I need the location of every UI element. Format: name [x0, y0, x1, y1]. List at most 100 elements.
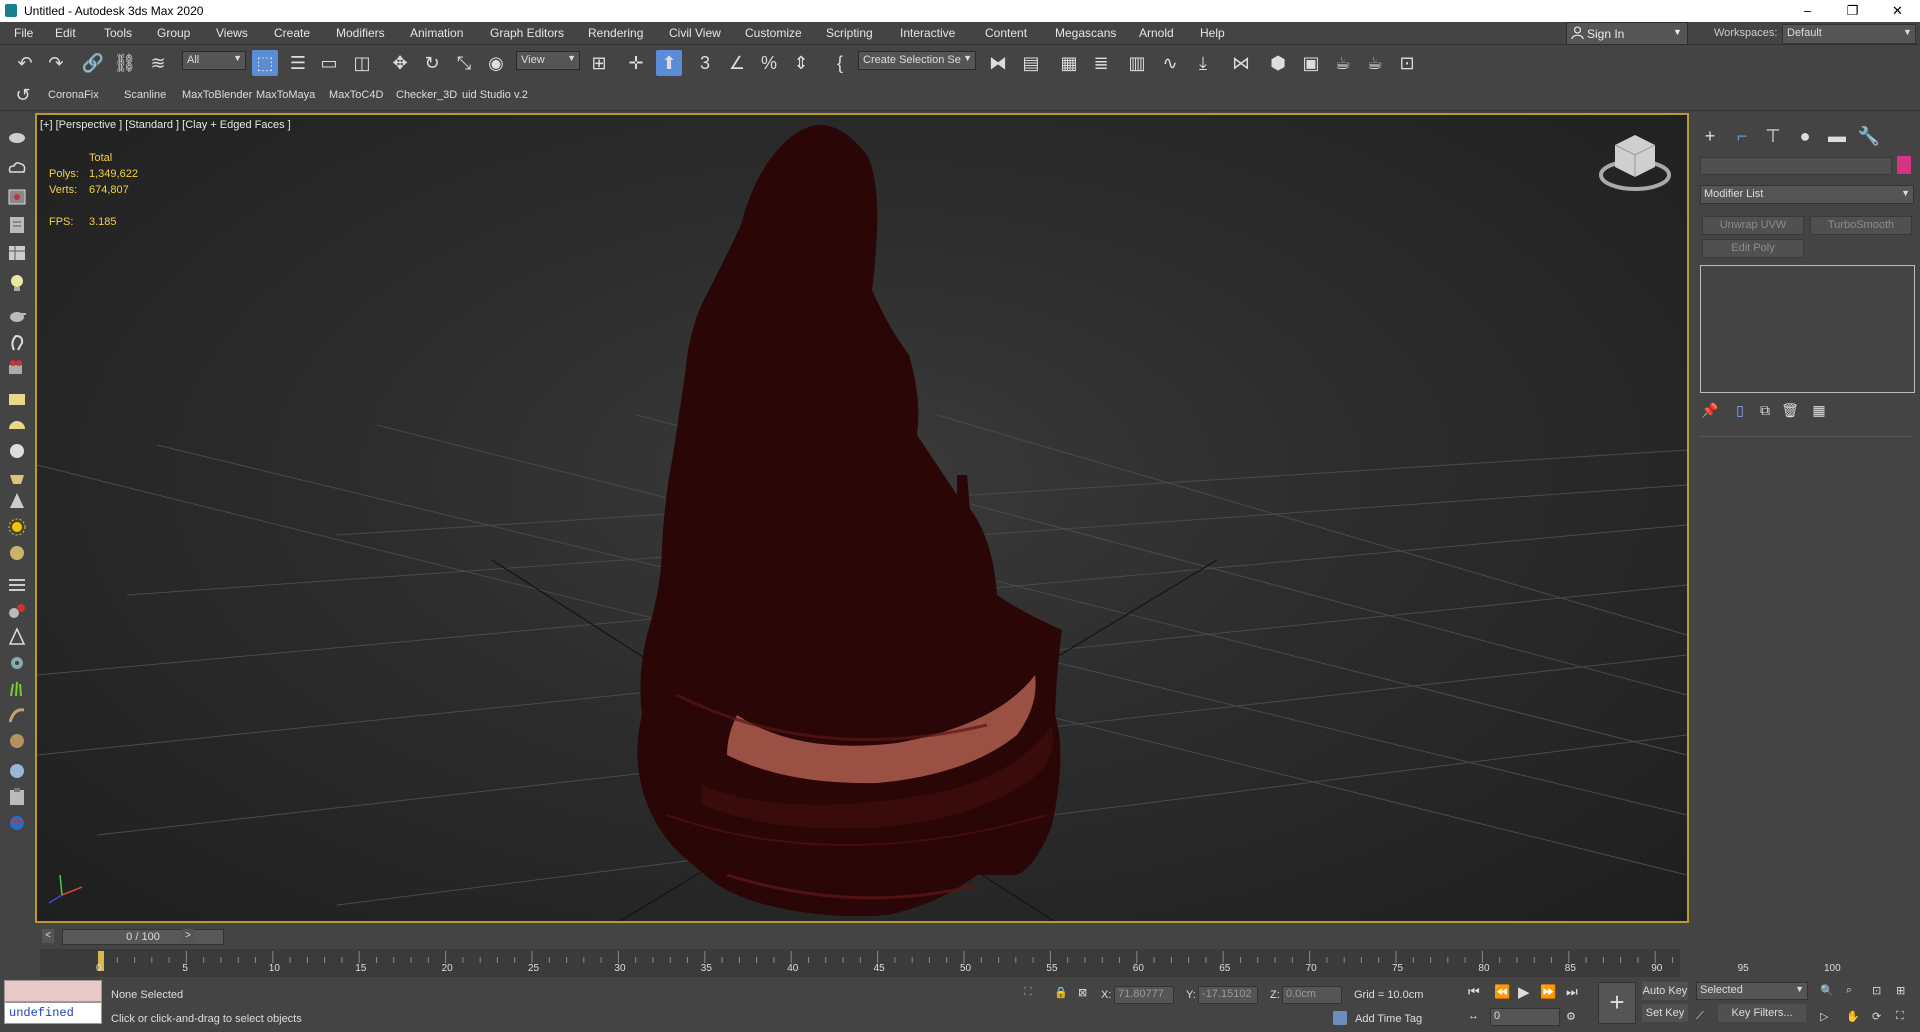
- close-button[interactable]: ✕: [1875, 0, 1920, 22]
- camera-icon[interactable]: [6, 357, 28, 379]
- set-key-button[interactable]: Set Key: [1642, 1004, 1688, 1022]
- go-to-start-icon[interactable]: ⏮: [1468, 984, 1480, 1000]
- select-manipulate-icon[interactable]: ✛: [623, 50, 649, 76]
- sign-in-dropdown[interactable]: Sign In ▼: [1566, 22, 1688, 45]
- time-tag-icon[interactable]: [1332, 1010, 1348, 1026]
- maximize-viewport-icon[interactable]: ⛶: [1896, 1010, 1904, 1023]
- zoom-all-icon[interactable]: ⌕: [1846, 984, 1852, 997]
- mirror-icon[interactable]: ⧓: [985, 50, 1011, 76]
- maxscript-listener-top[interactable]: [4, 980, 102, 1002]
- menu-interactive[interactable]: Interactive: [900, 26, 955, 40]
- menu-tools[interactable]: Tools: [104, 26, 132, 40]
- display-tab-icon[interactable]: ▬: [1824, 123, 1850, 149]
- menu-help[interactable]: Help: [1200, 26, 1225, 40]
- sphere-icon[interactable]: [6, 440, 28, 462]
- selection-lock-icon[interactable]: 🔒: [1054, 986, 1068, 999]
- set-key-big-button[interactable]: +: [1598, 982, 1636, 1024]
- rotate-icon[interactable]: ↻: [419, 50, 445, 76]
- menu-views[interactable]: Views: [216, 26, 248, 40]
- shelf-fluid-studio[interactable]: uid Studio v.2: [462, 89, 530, 101]
- time-slider-next-button[interactable]: >: [182, 929, 194, 943]
- basket-icon[interactable]: [6, 466, 28, 488]
- y-coordinate-field[interactable]: -17.15102: [1198, 986, 1258, 1004]
- create-panel-icon[interactable]: [6, 126, 28, 148]
- x-coordinate-field[interactable]: 71.80777: [1114, 986, 1174, 1004]
- unlink-icon[interactable]: ⛓: [112, 50, 138, 76]
- render-production-icon[interactable]: ☕: [1362, 50, 1388, 76]
- orbit-icon[interactable]: ⟳: [1872, 1010, 1881, 1023]
- redo-icon[interactable]: ↷: [43, 50, 69, 76]
- teapot-icon[interactable]: [6, 304, 28, 326]
- render-frame-icon[interactable]: [6, 186, 28, 208]
- spreadsheet-icon[interactable]: [6, 242, 28, 264]
- hierarchy-tab-icon[interactable]: ⊤: [1760, 123, 1786, 149]
- modifier-list-select[interactable]: Modifier List ▼: [1700, 185, 1914, 204]
- key-filters-button[interactable]: Key Filters...: [1718, 1004, 1806, 1022]
- maxscript-listener-input[interactable]: undefined: [4, 1002, 102, 1024]
- placement-icon[interactable]: ◉: [483, 50, 509, 76]
- auto-key-button[interactable]: Auto Key: [1642, 982, 1688, 1000]
- schematic-view-icon[interactable]: ⋈: [1228, 50, 1254, 76]
- menu-modifiers[interactable]: Modifiers: [336, 26, 385, 40]
- minimize-button[interactable]: –: [1785, 0, 1830, 22]
- menu-animation[interactable]: Animation: [410, 26, 463, 40]
- edit-named-selection-icon[interactable]: {: [827, 50, 853, 76]
- cloud-icon[interactable]: [6, 156, 28, 178]
- material-editor-icon[interactable]: ⬢: [1265, 50, 1291, 76]
- object-name-field[interactable]: [1700, 157, 1892, 175]
- absolute-mode-icon[interactable]: ⊠: [1078, 986, 1087, 999]
- cone-icon[interactable]: [6, 490, 28, 512]
- spinner-snap-icon[interactable]: ⇕: [788, 50, 814, 76]
- ball-icon[interactable]: [6, 542, 28, 564]
- maximize-button[interactable]: ❐: [1830, 0, 1875, 22]
- utilities-tab-icon[interactable]: 🔧: [1856, 123, 1882, 149]
- turbosmooth-button[interactable]: TurboSmooth: [1810, 216, 1912, 235]
- play-icon[interactable]: ▶: [1518, 983, 1530, 1001]
- angle-snap-icon[interactable]: ∠: [724, 50, 750, 76]
- menu-civil-view[interactable]: Civil View: [669, 26, 721, 40]
- compass-icon[interactable]: [6, 626, 28, 648]
- add-time-tag[interactable]: Add Time Tag: [1355, 1013, 1422, 1025]
- grid-pattern-icon[interactable]: [6, 574, 28, 596]
- hair-icon[interactable]: [6, 704, 28, 726]
- curve-editor-icon[interactable]: ∿: [1157, 50, 1183, 76]
- make-unique-icon[interactable]: ⧉: [1752, 397, 1778, 423]
- named-selection-sets-select[interactable]: Create Selection Se ▼: [858, 51, 976, 70]
- workspace-select[interactable]: Default ▼: [1782, 24, 1916, 44]
- shelf-maxtoc4d[interactable]: MaxToC4D: [329, 89, 383, 101]
- modify-tab-icon[interactable]: ⌐: [1729, 123, 1755, 149]
- percent-snap-icon[interactable]: %: [756, 50, 782, 76]
- track-bar[interactable]: [40, 949, 1680, 977]
- viewport-label[interactable]: [+] [Perspective ] [Standard ] [Clay + E…: [40, 119, 291, 131]
- menu-group[interactable]: Group: [157, 26, 190, 40]
- isolate-selection-icon[interactable]: ⛶: [1024, 986, 1032, 999]
- go-to-end-icon[interactable]: ⏭: [1566, 984, 1578, 1000]
- configure-modifier-sets-icon[interactable]: ▦: [1806, 397, 1832, 423]
- sun-icon[interactable]: [6, 516, 28, 538]
- next-frame-icon[interactable]: ⏩: [1540, 984, 1556, 1000]
- menu-arnold[interactable]: Arnold: [1139, 26, 1174, 40]
- remove-modifier-icon[interactable]: 🗑: [1777, 397, 1803, 423]
- menu-megascans[interactable]: Megascans: [1055, 26, 1116, 40]
- default-in-out-tangents-icon[interactable]: ⟋: [1696, 1010, 1704, 1023]
- field-of-view-icon[interactable]: ▷: [1820, 1010, 1828, 1023]
- menu-rendering[interactable]: Rendering: [588, 26, 643, 40]
- zoom-extents-icon[interactable]: ⊡: [1872, 984, 1881, 997]
- clipboard-icon[interactable]: [6, 786, 28, 808]
- gear-icon[interactable]: [6, 652, 28, 674]
- time-slider[interactable]: < 0 / 100 >: [40, 927, 1680, 947]
- shelf-checker-3d[interactable]: Checker_3D: [396, 89, 457, 101]
- scene-explorer-icon[interactable]: ▦: [1056, 50, 1082, 76]
- menu-file[interactable]: File: [14, 26, 33, 40]
- molecule-icon[interactable]: [6, 600, 28, 622]
- shelf-scanline[interactable]: Scanline: [124, 89, 166, 101]
- perspective-viewport[interactable]: [35, 113, 1689, 923]
- menu-edit[interactable]: Edit: [55, 26, 76, 40]
- move-icon[interactable]: ✥: [387, 50, 413, 76]
- menu-create[interactable]: Create: [274, 26, 310, 40]
- render-setup-icon[interactable]: ▣: [1298, 50, 1324, 76]
- time-configuration-icon[interactable]: ⚙: [1566, 1010, 1576, 1023]
- rectangular-selection-icon[interactable]: ▭: [316, 50, 342, 76]
- align-icon[interactable]: ▤: [1018, 50, 1044, 76]
- shelf-maxtomaya[interactable]: MaxToMaya: [256, 89, 315, 101]
